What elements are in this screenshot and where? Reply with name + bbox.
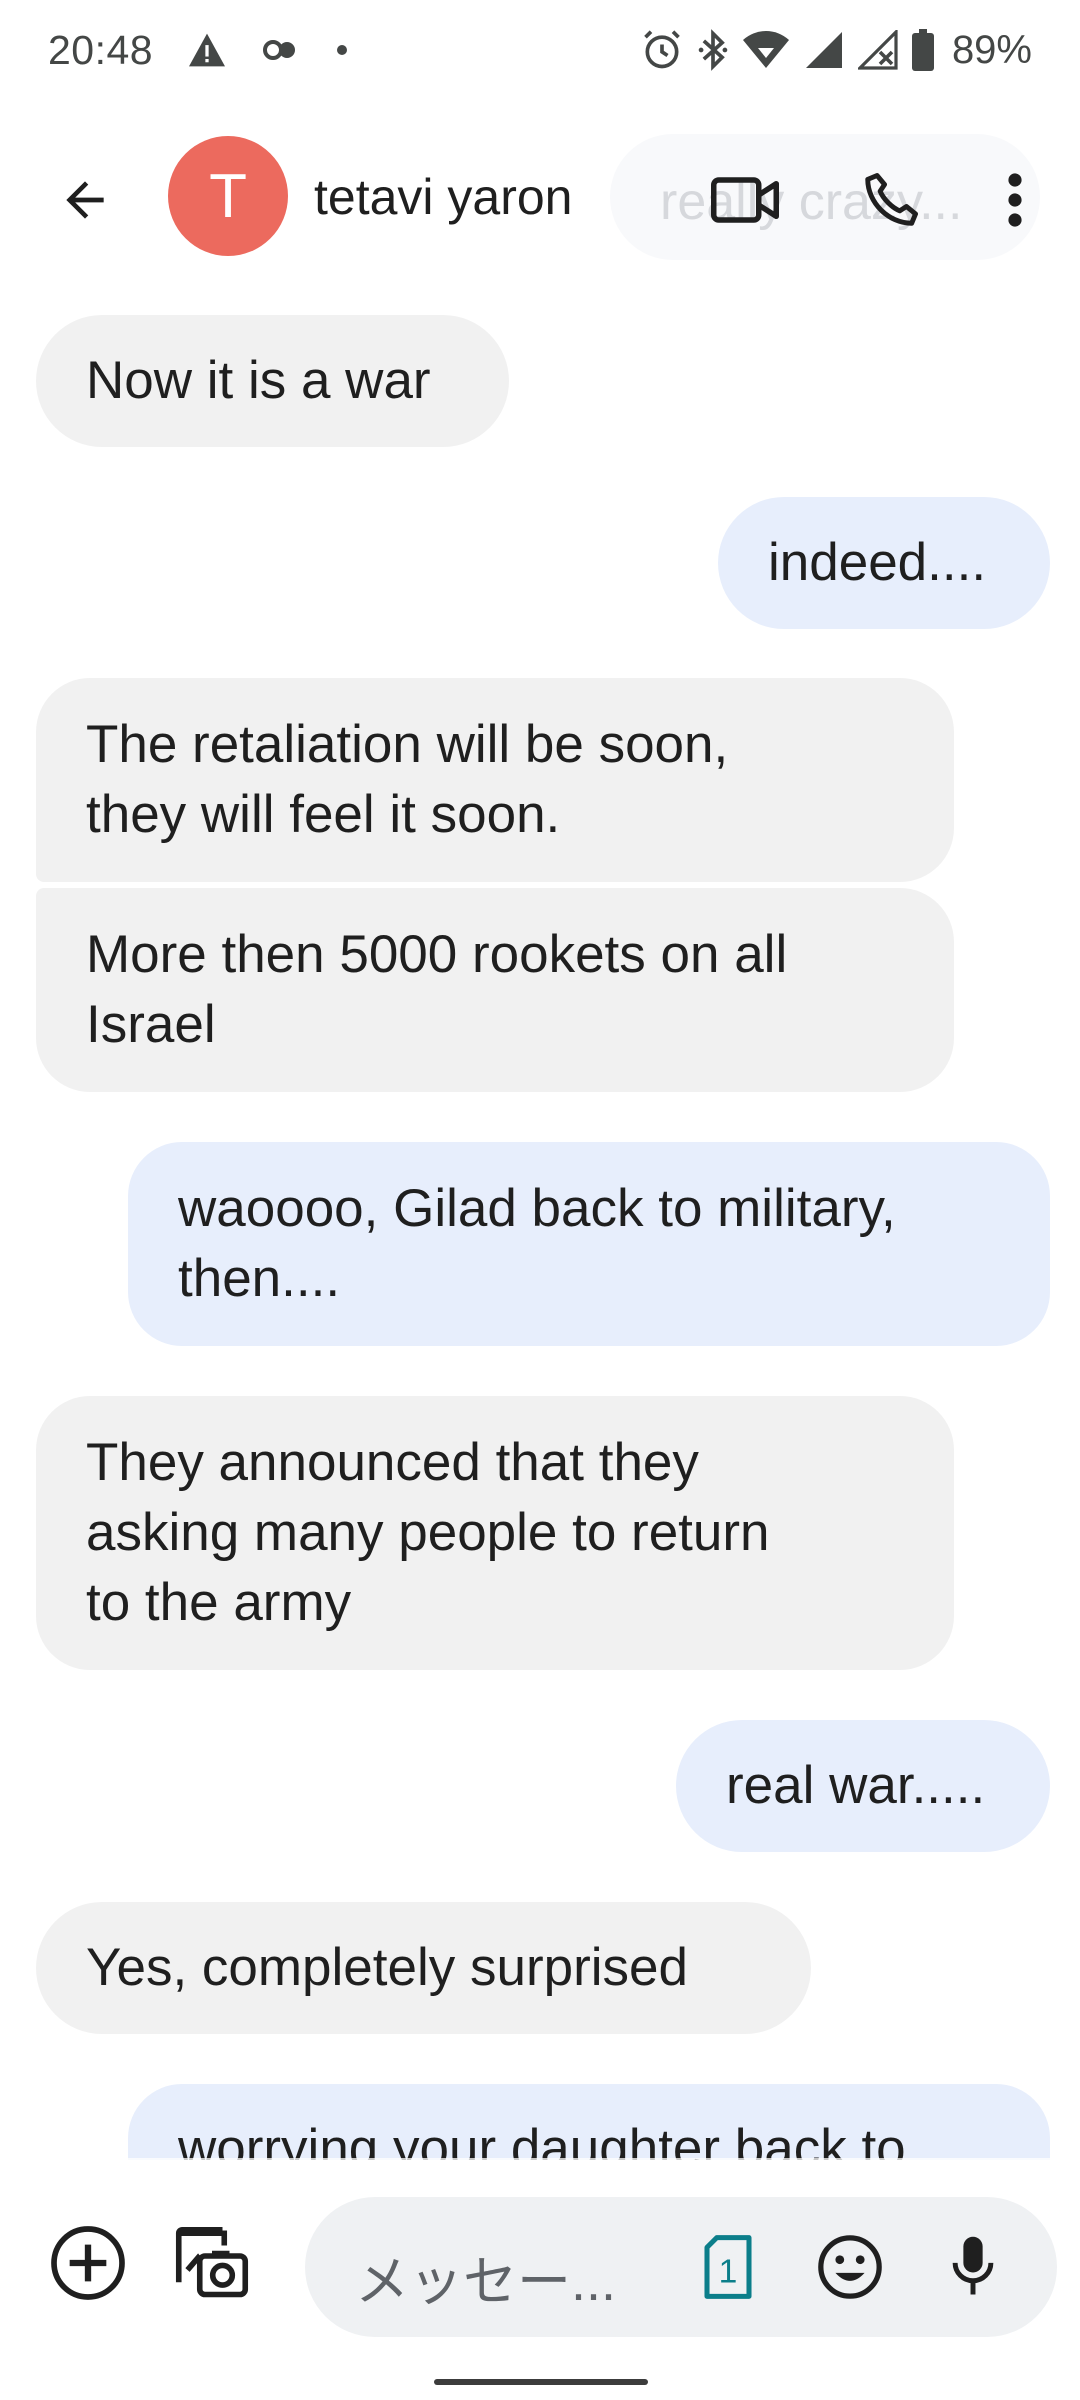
message-text: Now it is a war: [86, 351, 431, 410]
avatar-letter: T: [209, 161, 247, 231]
message-text: Israel: [86, 995, 216, 1054]
notification-dot-icon: [335, 43, 349, 57]
add-circle-icon: [51, 2226, 125, 2300]
more-vert-icon: [1008, 173, 1022, 227]
message-text: The retaliation will be soon,: [86, 715, 729, 774]
sim-number: 1: [719, 2253, 738, 2290]
sim-card-icon: 1: [704, 2235, 752, 2299]
message-text: to the army: [86, 1573, 352, 1632]
microphone-icon: [952, 2236, 994, 2295]
message-text: indeed....: [768, 533, 987, 592]
emoji-button[interactable]: [810, 2227, 890, 2307]
message-text: More then 5000 rookets on all: [86, 925, 788, 984]
gallery-camera-button[interactable]: [160, 2211, 264, 2315]
status-bar: 20:48 89%: [0, 0, 1080, 100]
photo-camera-icon: [175, 2226, 249, 2298]
signal-icon: [804, 30, 844, 70]
emoji-icon: [818, 2235, 882, 2299]
voice-input-button[interactable]: [933, 2227, 1013, 2307]
message-text: real war.....: [726, 1756, 986, 1815]
message-bubble-outgoing[interactable]: real war.....: [676, 1720, 1050, 1852]
battery-percent: 89%: [951, 27, 1032, 72]
link-icon: [261, 38, 301, 62]
video-call-button[interactable]: [700, 155, 790, 245]
phone-call-button[interactable]: [846, 155, 936, 245]
message-text: they will feel it soon.: [86, 785, 561, 844]
message-list[interactable]: Now it is a war indeed.... The retaliati…: [0, 300, 1080, 2160]
messaging-app: 20:48 89% really crazy... T tetavi yaron…: [0, 0, 1080, 2400]
back-button[interactable]: [40, 155, 130, 245]
wifi-icon: [742, 30, 790, 70]
add-attachment-button[interactable]: [40, 2215, 136, 2311]
message-text: then....: [178, 1249, 341, 1308]
message-bubble-incoming[interactable]: More then 5000 rookets on all Israel: [36, 888, 954, 1092]
message-text: worrying your daughter back to: [178, 2119, 906, 2160]
sim-selector-button[interactable]: 1: [690, 2229, 766, 2305]
message-input[interactable]: メッセー... 1: [305, 2197, 1057, 2337]
warning-icon: [187, 32, 227, 68]
status-time: 20:48: [48, 26, 154, 73]
alarm-icon: [640, 28, 684, 72]
message-text: waoooo, Gilad back to military,: [178, 1179, 896, 1238]
bluetooth-icon: [698, 28, 728, 72]
message-bubble-incoming[interactable]: They announced that they asking many peo…: [36, 1396, 954, 1670]
signal-no-sim-icon: [857, 30, 898, 70]
message-input-placeholder: メッセー...: [355, 2252, 617, 2312]
message-text: asking many people to return: [86, 1503, 770, 1562]
message-bubble-outgoing[interactable]: indeed....: [718, 497, 1050, 629]
message-bubble-incoming[interactable]: Yes, completely surprised: [36, 1902, 811, 2034]
message-bubble-incoming[interactable]: Now it is a war: [36, 315, 509, 447]
arrow-back-icon: [66, 181, 104, 219]
contact-name[interactable]: tetavi yaron: [314, 168, 572, 226]
avatar[interactable]: T: [168, 136, 288, 256]
message-bubble-outgoing[interactable]: waoooo, Gilad back to military, then....: [128, 1142, 1050, 1346]
message-bubble-outgoing[interactable]: worrying your daughter back to milita: [128, 2084, 1050, 2160]
more-options-button[interactable]: [975, 155, 1055, 245]
conversation-header: really crazy... T tetavi yaron: [0, 110, 1080, 280]
video-camera-icon: [711, 177, 779, 223]
message-bubble-incoming[interactable]: The retaliation will be soon, they will …: [36, 678, 954, 882]
compose-bar: メッセー... 1: [0, 2175, 1080, 2355]
phone-icon: [865, 173, 918, 226]
gesture-navigation-bar[interactable]: [434, 2379, 648, 2385]
battery-icon: [911, 29, 934, 71]
message-text: They announced that they: [86, 1433, 699, 1492]
message-text: Yes, completely surprised: [86, 1938, 688, 1997]
